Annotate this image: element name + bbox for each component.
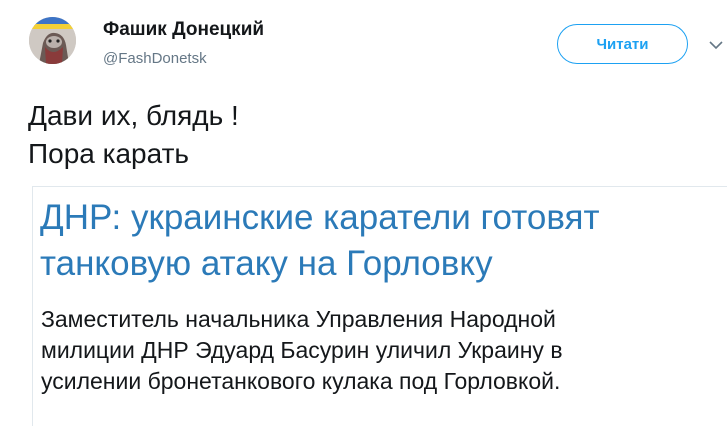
- card-title[interactable]: ДНР: украинские каратели готовят танкову…: [40, 195, 727, 287]
- avatar-image: [29, 17, 76, 64]
- avatar[interactable]: [29, 17, 76, 64]
- card-title-line: ДНР: украинские каратели готовят: [40, 198, 600, 237]
- card-description-line: усилении бронетанкового кулака под Горло…: [41, 368, 561, 394]
- link-card[interactable]: ДНР: украинские каратели готовят танкову…: [32, 186, 727, 426]
- user-handle[interactable]: @FashDonetsk: [103, 50, 207, 67]
- tweet-text-line: Дави их, блядь !: [28, 100, 239, 131]
- follow-button[interactable]: Читати: [557, 24, 688, 64]
- card-title-line: танковую атаку на Горловку: [40, 244, 493, 283]
- tweet-text-line: Пора карать: [28, 138, 189, 169]
- tweet-text: Дави их, блядь ! Пора карать: [28, 97, 668, 173]
- card-description-line: Заместитель начальника Управления Народн…: [41, 306, 556, 332]
- chevron-down-icon[interactable]: [708, 38, 724, 50]
- display-name[interactable]: Фашик Донецкий: [103, 19, 264, 41]
- card-description-line: милиции ДНР Эдуард Басурин уличил Украин…: [41, 337, 563, 363]
- card-description: Заместитель начальника Управления Народн…: [41, 304, 727, 397]
